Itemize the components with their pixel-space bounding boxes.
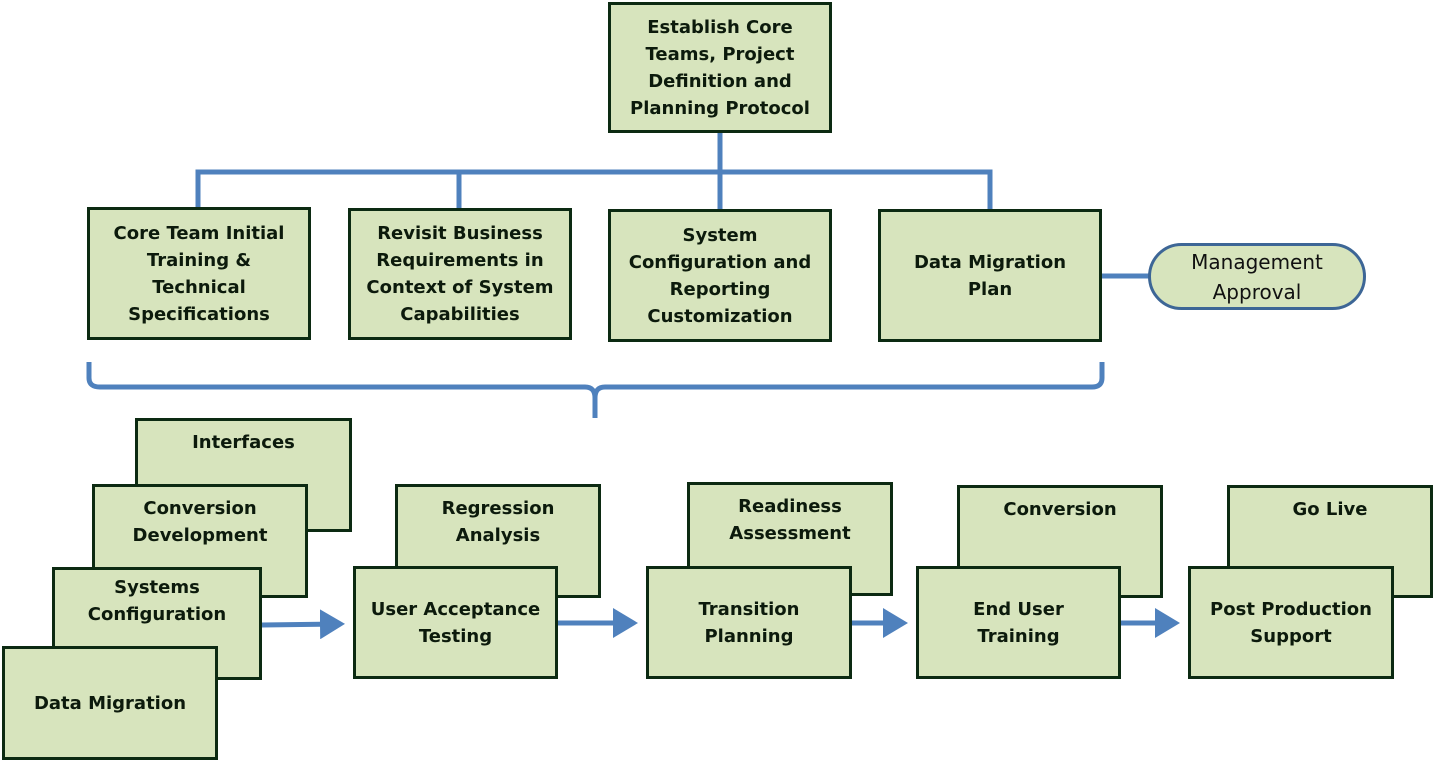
phase-brace	[86, 362, 1105, 418]
box-label: Revisit Business Requirements in Context…	[366, 223, 554, 325]
box-data-migration-plan: Data Migration Plan	[878, 209, 1102, 342]
management-approval: Management Approval	[1148, 243, 1366, 310]
box-label: Conversion	[1003, 499, 1117, 520]
box-label: Data Migration	[33, 692, 187, 714]
box-core-team-training: Core Team Initial Training & Technical S…	[87, 207, 311, 340]
box-label: Transition Planning	[698, 598, 800, 647]
box-label: Conversion Development	[132, 498, 268, 546]
box-label: Systems Configuration	[87, 577, 227, 625]
box-label: Go Live	[1292, 499, 1368, 520]
box-label: Post Production Support	[1210, 598, 1372, 647]
box-transition-planning: Transition Planning	[646, 566, 852, 679]
box-end-user-training: End User Training	[916, 566, 1121, 679]
box-label: System Configuration and Reporting Custo…	[628, 224, 812, 327]
box-establish-core-teams: Establish Core Teams, Project Definition…	[608, 2, 832, 133]
pill-label: Management Approval	[1191, 249, 1323, 304]
box-label: Data Migration Plan	[913, 251, 1067, 300]
box-label: Regression Analysis	[441, 498, 555, 546]
box-label: Interfaces	[192, 432, 295, 453]
box-label: Establish Core Teams, Project Definition…	[630, 16, 810, 119]
box-post-production-support: Post Production Support	[1188, 566, 1394, 679]
box-label: User Acceptance Testing	[370, 598, 541, 647]
arrow-1	[261, 609, 345, 640]
box-label: Core Team Initial Training & Technical S…	[113, 222, 285, 325]
box-label: End User Training	[973, 598, 1064, 647]
box-user-acceptance-testing: User Acceptance Testing	[353, 566, 558, 679]
box-data-migration: Data Migration	[2, 646, 218, 760]
box-revisit-business-requirements: Revisit Business Requirements in Context…	[348, 208, 572, 340]
box-system-configuration: System Configuration and Reporting Custo…	[608, 209, 832, 342]
tree-connector	[195, 133, 993, 210]
box-label: Readiness Assessment	[729, 496, 851, 544]
